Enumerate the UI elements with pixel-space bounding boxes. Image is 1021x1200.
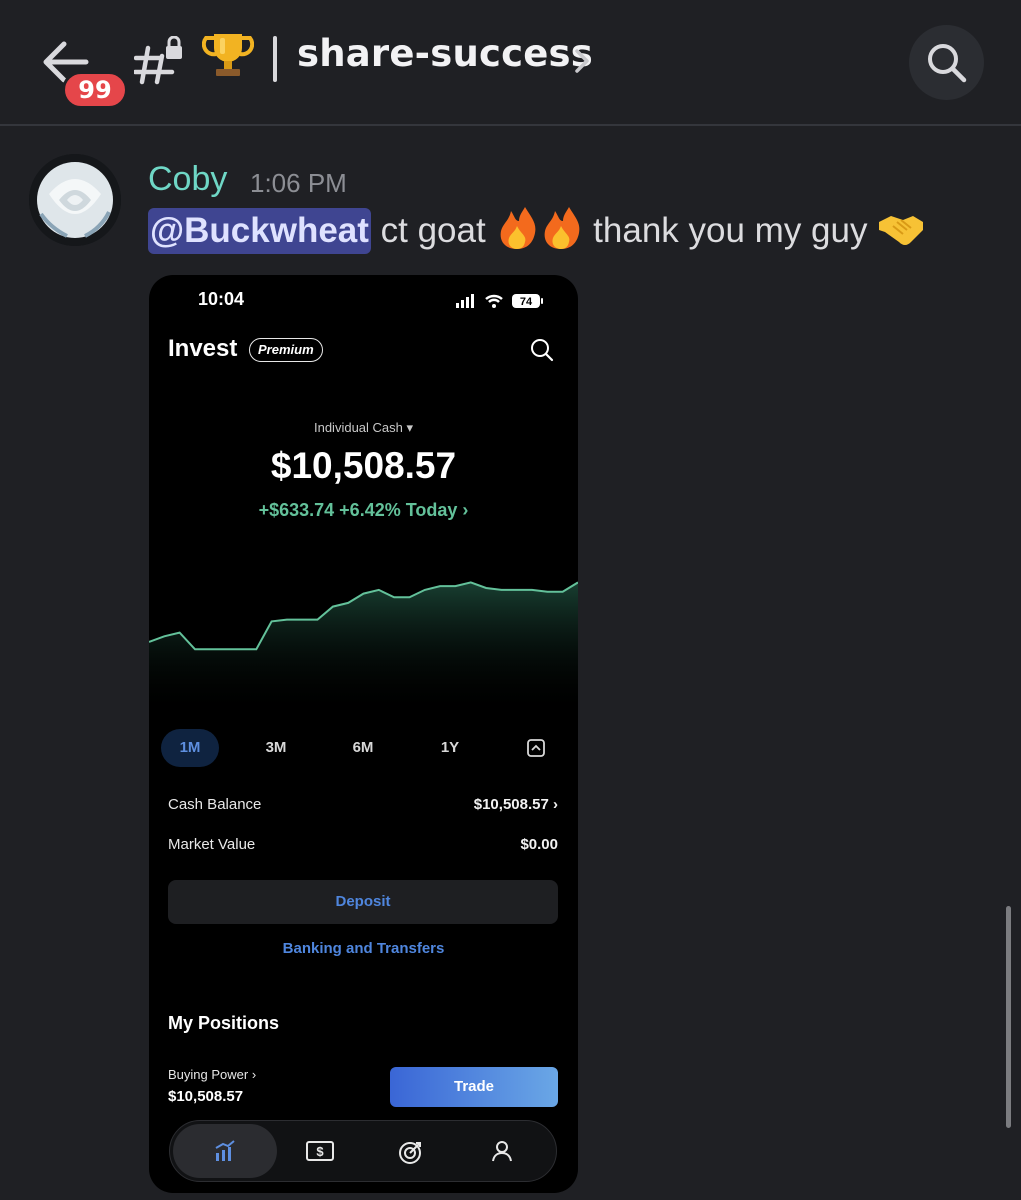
invest-title: Invest [168, 335, 238, 362]
scrollbar[interactable] [1006, 906, 1011, 1128]
cash-balance-label: Cash Balance [168, 796, 262, 813]
target-icon [399, 1142, 421, 1164]
locked-channel-hash-icon [132, 35, 188, 90]
trade-button[interactable]: Trade [390, 1067, 558, 1107]
channel-name[interactable]: share-success [297, 32, 593, 75]
time-range-selector: 1M 3M 6M 1Y [161, 729, 571, 769]
search-button[interactable] [909, 25, 984, 100]
range-6m-button[interactable]: 6M [334, 729, 392, 767]
message-text-2: thank you my guy [583, 210, 878, 250]
deposit-button[interactable]: Deposit [168, 880, 558, 924]
battery-level: 74 [520, 296, 533, 308]
tab-cash[interactable]: $ [266, 1124, 370, 1178]
svg-text:$: $ [316, 1144, 324, 1159]
balance-chart [149, 565, 578, 720]
handshake-emoji-icon [877, 208, 925, 257]
bottom-tab-bar: $ [169, 1120, 557, 1182]
channel-header: 99 share-success [0, 0, 1021, 126]
market-value-value: $0.00 [520, 836, 558, 853]
range-1m-button[interactable]: 1M [161, 729, 219, 767]
message-content: @Buckwheat ct goat thank you my guy [148, 205, 925, 255]
tab-profile[interactable] [450, 1124, 554, 1178]
daily-change[interactable]: +$633.74 +6.42% Today › [149, 500, 578, 521]
chevron-right-icon[interactable] [572, 45, 592, 77]
unread-count-badge: 99 [62, 71, 128, 109]
account-selector[interactable]: Individual Cash ▾ [149, 420, 578, 436]
banking-transfers-link[interactable]: Banking and Transfers [149, 940, 578, 957]
search-icon [928, 44, 967, 83]
avatar[interactable] [29, 154, 121, 246]
status-icons: 74 [454, 291, 550, 316]
buying-power-label[interactable]: Buying Power › [168, 1067, 256, 1082]
expand-chart-icon[interactable] [507, 729, 565, 767]
profile-icon [492, 1141, 512, 1162]
search-icon[interactable] [530, 338, 554, 367]
image-attachment[interactable]: 10:04 74 Invest Premium Individual Cash … [149, 275, 578, 1193]
chart-icon [215, 1140, 235, 1161]
user-mention[interactable]: @Buckwheat [148, 207, 371, 254]
fire-emoji-icon [495, 205, 583, 260]
positions-heading: My Positions [168, 1013, 280, 1033]
range-1y-button[interactable]: 1Y [421, 729, 479, 767]
trophy-emoji-icon [201, 30, 255, 82]
account-balance: $10,508.57 [270, 445, 457, 486]
message-timestamp: 1:06 PM [250, 168, 347, 198]
market-value-label: Market Value [168, 836, 256, 853]
status-time: 10:04 [198, 289, 245, 309]
range-3m-button[interactable]: 3M [247, 729, 305, 767]
cash-icon: $ [306, 1141, 334, 1161]
author-name[interactable]: Coby [148, 160, 227, 199]
tab-invest[interactable] [173, 1124, 277, 1178]
premium-badge: Premium [249, 338, 323, 362]
title-divider [273, 36, 277, 82]
tab-goals[interactable] [358, 1124, 462, 1178]
message-text: ct goat [370, 210, 496, 250]
cash-balance-value[interactable]: $10,508.57 › [378, 796, 558, 813]
buying-power-value: $10,508.57 [168, 1088, 244, 1105]
